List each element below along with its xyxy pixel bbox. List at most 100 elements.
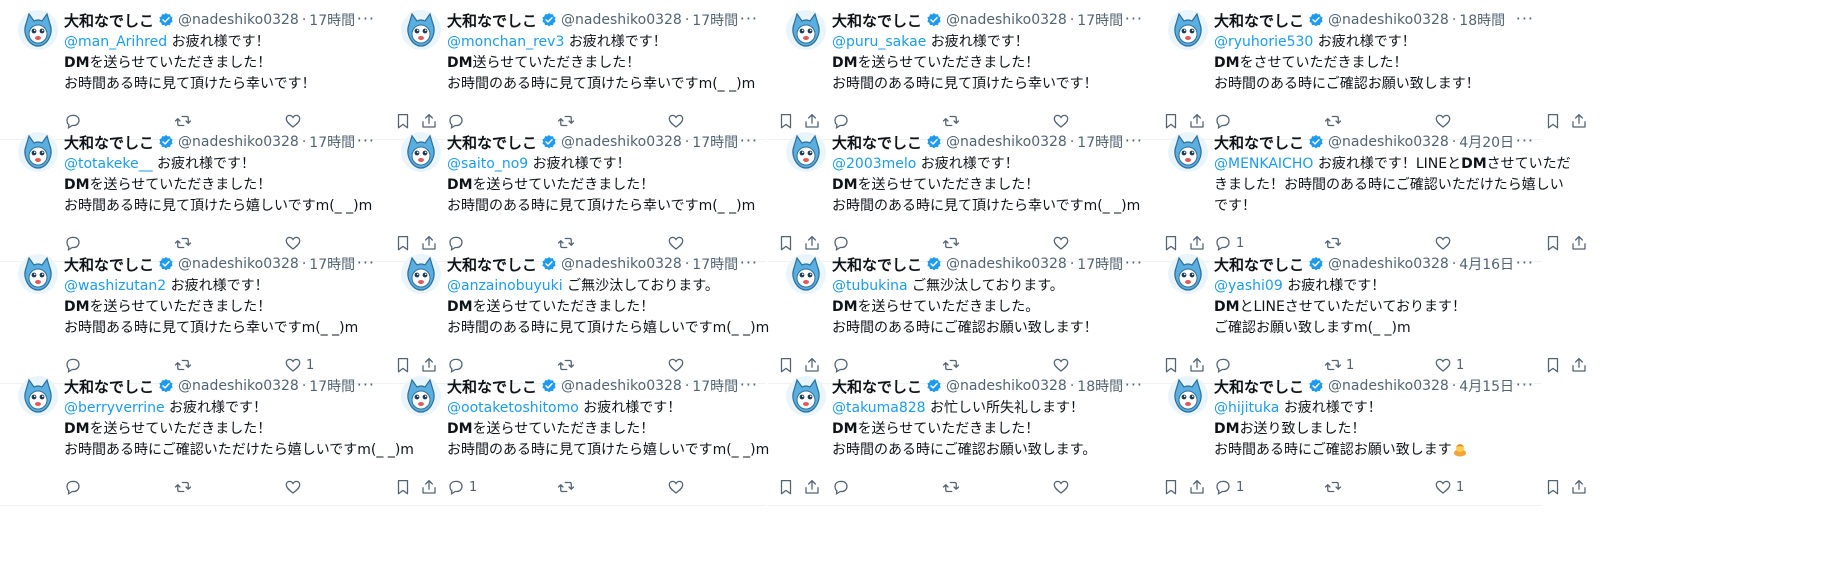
reply-button[interactable] <box>64 477 86 497</box>
tweet-time[interactable]: 17時間 <box>309 132 355 152</box>
user-handle[interactable]: @nadeshiko0328 <box>946 256 1067 272</box>
tweet-card[interactable]: 大和なでしこ @nadeshiko0328 · 17時間 ··· @man_Ar… <box>0 0 436 140</box>
display-name[interactable]: 大和なでしこ <box>64 376 154 397</box>
display-name[interactable]: 大和なでしこ <box>447 376 537 397</box>
bookmark-button[interactable] <box>1544 111 1562 131</box>
tweet-card[interactable]: 大和なでしこ @nadeshiko0328 · 18時間 ··· @takuma… <box>768 366 1204 506</box>
tweet-card[interactable]: 大和なでしこ @nadeshiko0328 · 17時間 ··· @tubuki… <box>768 244 1204 384</box>
tweet-card[interactable]: 大和なでしこ @nadeshiko0328 · 17時間 ··· @berryv… <box>0 366 436 506</box>
user-handle[interactable]: @nadeshiko0328 <box>561 378 682 394</box>
share-button[interactable] <box>1570 477 1588 497</box>
tweet-time[interactable]: 17時間 <box>692 10 738 30</box>
more-options-icon[interactable]: ··· <box>1125 131 1143 150</box>
tweet-card[interactable]: 大和なでしこ @nadeshiko0328 · 17時間 ··· @totake… <box>0 122 436 262</box>
display-name[interactable]: 大和なでしこ <box>832 376 922 397</box>
more-options-icon[interactable]: ··· <box>1125 253 1143 272</box>
more-options-icon[interactable]: ··· <box>740 9 758 28</box>
user-handle[interactable]: @nadeshiko0328 <box>1328 256 1449 272</box>
tweet-card[interactable]: 大和なでしこ @nadeshiko0328 · 4月20日 ··· @MENKA… <box>1150 122 1586 262</box>
user-handle[interactable]: @nadeshiko0328 <box>1328 12 1449 28</box>
mention-link[interactable]: @washizutan2 <box>64 278 166 294</box>
avatar[interactable] <box>786 132 826 172</box>
avatar[interactable] <box>1168 132 1208 172</box>
tweet-time[interactable]: 18時間 <box>1459 10 1505 30</box>
repost-button[interactable] <box>174 477 196 497</box>
display-name[interactable]: 大和なでしこ <box>832 10 922 31</box>
avatar[interactable] <box>18 132 58 172</box>
user-handle[interactable]: @nadeshiko0328 <box>178 134 299 150</box>
display-name[interactable]: 大和なでしこ <box>1214 254 1304 275</box>
tweet-card[interactable]: 大和なでしこ @nadeshiko0328 · 17時間 ··· @moncha… <box>383 0 819 140</box>
tweet-time[interactable]: 17時間 <box>309 254 355 274</box>
tweet-card[interactable]: 大和なでしこ @nadeshiko0328 · 17時間 ··· @2003me… <box>768 122 1204 262</box>
user-handle[interactable]: @nadeshiko0328 <box>1328 134 1449 150</box>
bookmark-button[interactable] <box>1544 233 1562 253</box>
avatar[interactable] <box>401 132 441 172</box>
avatar[interactable] <box>1168 376 1208 416</box>
user-handle[interactable]: @nadeshiko0328 <box>178 378 299 394</box>
mention-link[interactable]: @monchan_rev3 <box>447 34 564 50</box>
mention-link[interactable]: @ryuhorie530 <box>1214 34 1313 50</box>
avatar[interactable] <box>18 10 58 50</box>
repost-button[interactable] <box>557 477 579 497</box>
like-button[interactable] <box>667 477 689 497</box>
tweet-time[interactable]: 17時間 <box>692 132 738 152</box>
mention-link[interactable]: @puru_sakae <box>832 34 926 50</box>
more-options-icon[interactable]: ··· <box>357 253 375 272</box>
more-options-icon[interactable]: ··· <box>1516 375 1534 394</box>
avatar[interactable] <box>1168 254 1208 294</box>
mention-link[interactable]: @yashi09 <box>1214 278 1283 294</box>
tweet-card[interactable]: 大和なでしこ @nadeshiko0328 · 17時間 ··· @saito_… <box>383 122 819 262</box>
tweet-card[interactable]: 大和なでしこ @nadeshiko0328 · 17時間 ··· @anzain… <box>383 244 819 384</box>
display-name[interactable]: 大和なでしこ <box>832 132 922 153</box>
mention-link[interactable]: @2003melo <box>832 156 916 172</box>
mention-link[interactable]: @totakeke__ <box>64 156 153 172</box>
avatar[interactable] <box>786 10 826 50</box>
user-handle[interactable]: @nadeshiko0328 <box>561 256 682 272</box>
mention-link[interactable]: @saito_no9 <box>447 156 528 172</box>
avatar[interactable] <box>401 10 441 50</box>
tweet-card[interactable]: 大和なでしこ @nadeshiko0328 · 18時間 ··· @ryuhor… <box>1150 0 1586 140</box>
share-button[interactable] <box>1570 355 1588 375</box>
like-button[interactable] <box>284 477 306 497</box>
tweet-time[interactable]: 4月20日 <box>1459 132 1514 152</box>
display-name[interactable]: 大和なでしこ <box>1214 132 1304 153</box>
mention-link[interactable]: @anzainobuyuki <box>447 278 563 294</box>
display-name[interactable]: 大和なでしこ <box>1214 376 1304 397</box>
display-name[interactable]: 大和なでしこ <box>447 132 537 153</box>
bookmark-button[interactable] <box>1544 355 1562 375</box>
bookmark-button[interactable] <box>1544 477 1562 497</box>
display-name[interactable]: 大和なでしこ <box>447 254 537 275</box>
tweet-card[interactable]: 大和なでしこ @nadeshiko0328 · 17時間 ··· @washiz… <box>0 244 436 384</box>
repost-button[interactable] <box>942 477 964 497</box>
tweet-time[interactable]: 17時間 <box>692 254 738 274</box>
avatar[interactable] <box>1168 10 1208 50</box>
like-button[interactable] <box>1052 477 1074 497</box>
mention-link[interactable]: @hijituka <box>1214 400 1279 416</box>
mention-link[interactable]: @MENKAICHO <box>1214 156 1313 172</box>
more-options-icon[interactable]: ··· <box>1516 131 1534 150</box>
reply-button[interactable]: 1 <box>1214 477 1244 497</box>
avatar[interactable] <box>18 376 58 416</box>
avatar[interactable] <box>786 254 826 294</box>
repost-button[interactable] <box>1324 477 1346 497</box>
more-options-icon[interactable]: ··· <box>1516 9 1534 28</box>
more-options-icon[interactable]: ··· <box>1125 375 1143 394</box>
tweet-card[interactable]: 大和なでしこ @nadeshiko0328 · 17時間 ··· @puru_s… <box>768 0 1204 140</box>
mention-link[interactable]: @berryverrine <box>64 400 165 416</box>
avatar[interactable] <box>18 254 58 294</box>
mention-link[interactable]: @man_Arihred <box>64 34 167 50</box>
display-name[interactable]: 大和なでしこ <box>832 254 922 275</box>
user-handle[interactable]: @nadeshiko0328 <box>946 378 1067 394</box>
more-options-icon[interactable]: ··· <box>740 253 758 272</box>
share-button[interactable] <box>1570 233 1588 253</box>
tweet-time[interactable]: 17時間 <box>1077 132 1123 152</box>
tweet-card[interactable]: 大和なでしこ @nadeshiko0328 · 4月15日 ··· @hijit… <box>1150 366 1586 506</box>
more-options-icon[interactable]: ··· <box>1516 253 1534 272</box>
more-options-icon[interactable]: ··· <box>357 9 375 28</box>
display-name[interactable]: 大和なでしこ <box>447 10 537 31</box>
tweet-time[interactable]: 18時間 <box>1077 376 1123 396</box>
user-handle[interactable]: @nadeshiko0328 <box>561 12 682 28</box>
more-options-icon[interactable]: ··· <box>740 131 758 150</box>
tweet-time[interactable]: 17時間 <box>1077 10 1123 30</box>
